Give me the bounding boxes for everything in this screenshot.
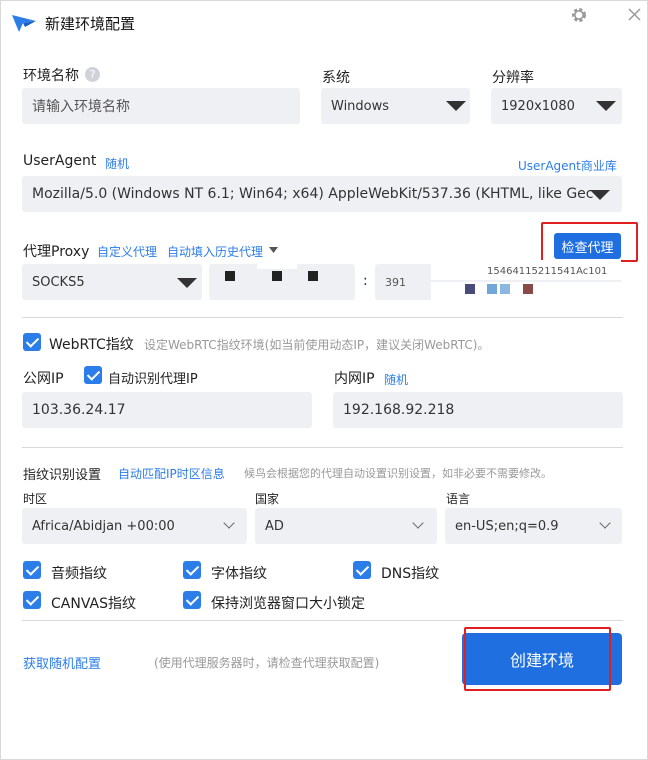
close-icon[interactable] <box>628 8 641 21</box>
useragent-label: UserAgent <box>23 153 97 169</box>
custom-proxy-link[interactable]: 自定义代理 <box>97 243 157 260</box>
divider <box>22 447 623 448</box>
keep-window-size-label: 保持浏览器窗口大小锁定 <box>211 596 365 612</box>
useragent-select[interactable]: Mozilla/5.0 (Windows NT 6.1; Win64; x64)… <box>22 176 622 212</box>
keep-window-size-checkbox[interactable] <box>183 591 201 609</box>
env-name-input[interactable]: 请输入环境名称 <box>22 88 300 124</box>
timezone-select[interactable]: Africa/Abidjan +00:00 <box>22 508 247 544</box>
webrtc-checkbox[interactable] <box>23 333 41 351</box>
auto-match-timezone-link[interactable]: 自动匹配IP时区信息 <box>118 465 225 482</box>
redaction-block <box>523 284 533 294</box>
webrtc-hint: 设定WebRTC指纹环境(如当前使用动态IP，建议关闭WebRTC)。 <box>144 338 490 352</box>
auto-detect-ip-checkbox[interactable] <box>84 366 102 384</box>
public-ip-input[interactable]: 103.36.24.17 <box>22 392 312 428</box>
divider <box>22 317 623 318</box>
font-fingerprint-label: 字体指纹 <box>211 566 267 582</box>
auto-detect-ip-label: 自动识别代理IP <box>108 372 198 387</box>
fingerprint-hint: 候鸟会根据您的代理自动设置识别设置，如非必要不需要修改。 <box>244 467 552 480</box>
chevron-down-icon[interactable] <box>269 247 278 253</box>
private-ip-label: 内网IP <box>334 371 375 387</box>
redaction-block <box>308 271 318 281</box>
country-value: AD <box>265 518 284 534</box>
timezone-value: Africa/Abidjan +00:00 <box>32 518 175 534</box>
redaction-block <box>257 259 297 269</box>
language-value: en-US;en;q=0.9 <box>455 518 559 534</box>
help-icon[interactable]: ? <box>85 67 100 82</box>
system-label: 系统 <box>322 70 350 86</box>
language-select[interactable]: en-US;en;q=0.9 <box>445 508 622 544</box>
chevron-down-icon <box>596 101 616 111</box>
public-ip-value: 103.36.24.17 <box>32 402 126 418</box>
public-ip-label: 公网IP <box>23 371 64 387</box>
private-ip-value: 192.168.92.218 <box>343 402 455 418</box>
font-fingerprint-checkbox[interactable] <box>183 561 201 579</box>
divider <box>22 620 623 621</box>
redaction-block <box>272 271 282 281</box>
redaction-block <box>487 284 497 294</box>
audio-fingerprint-checkbox[interactable] <box>23 561 41 579</box>
chevron-down-icon <box>177 278 197 288</box>
useragent-library-link[interactable]: UserAgent商业库 <box>518 157 617 174</box>
chevron-down-icon <box>590 190 610 200</box>
country-label: 国家 <box>255 492 280 506</box>
dns-fingerprint-checkbox[interactable] <box>353 561 371 579</box>
system-value: Windows <box>331 98 390 114</box>
proxy-label: 代理Proxy <box>23 244 90 260</box>
canvas-fingerprint-checkbox[interactable] <box>23 591 41 609</box>
proxy-type-value: SOCKS5 <box>32 274 85 290</box>
redaction-block <box>500 284 510 294</box>
resolution-value: 1920x1080 <box>501 98 575 114</box>
resolution-label: 分辨率 <box>492 70 534 86</box>
env-name-label: 环境名称 <box>23 68 79 84</box>
host-port-colon: : <box>363 273 368 289</box>
private-ip-random-link[interactable]: 随机 <box>384 371 408 388</box>
webrtc-label: WebRTC指纹 <box>49 337 134 353</box>
highlight-box <box>464 627 611 691</box>
language-label: 语言 <box>446 492 471 506</box>
fingerprint-label: 指纹识别设置 <box>23 468 102 483</box>
canvas-fingerprint-label: CANVAS指纹 <box>51 596 136 612</box>
autofill-proxy-link[interactable]: 自动填入历史代理 <box>167 243 263 260</box>
highlight-box <box>541 222 638 262</box>
useragent-value: Mozilla/5.0 (Windows NT 6.1; Win64; x64)… <box>32 186 594 202</box>
audio-fingerprint-label: 音频指纹 <box>51 566 107 582</box>
proxy-user-partial: 15464115211541Ac101 <box>487 266 608 277</box>
useragent-random-link[interactable]: 随机 <box>105 155 129 172</box>
country-select[interactable]: AD <box>255 508 437 544</box>
chevron-down-icon <box>446 101 466 111</box>
gear-icon[interactable] <box>570 6 588 24</box>
dialog-window: 新建环境配置 环境名称 ? 请输入环境名称 系统 Windows 分辨率 192… <box>0 0 648 760</box>
random-config-link[interactable]: 获取随机配置 <box>23 653 101 672</box>
proxy-port-partial: 391 <box>385 275 406 289</box>
redaction-block <box>225 271 235 281</box>
private-ip-input[interactable]: 192.168.92.218 <box>333 392 623 428</box>
window-title: 新建环境配置 <box>45 15 136 33</box>
proxy-type-select[interactable]: SOCKS5 <box>22 264 202 300</box>
footer-hint: (使用代理服务器时，请检查代理获取配置) <box>154 656 380 670</box>
dns-fingerprint-label: DNS指纹 <box>381 566 440 582</box>
app-logo-icon <box>12 15 36 32</box>
proxy-host-input[interactable] <box>209 264 355 300</box>
timezone-label: 时区 <box>23 492 48 506</box>
redaction-block <box>465 284 475 294</box>
